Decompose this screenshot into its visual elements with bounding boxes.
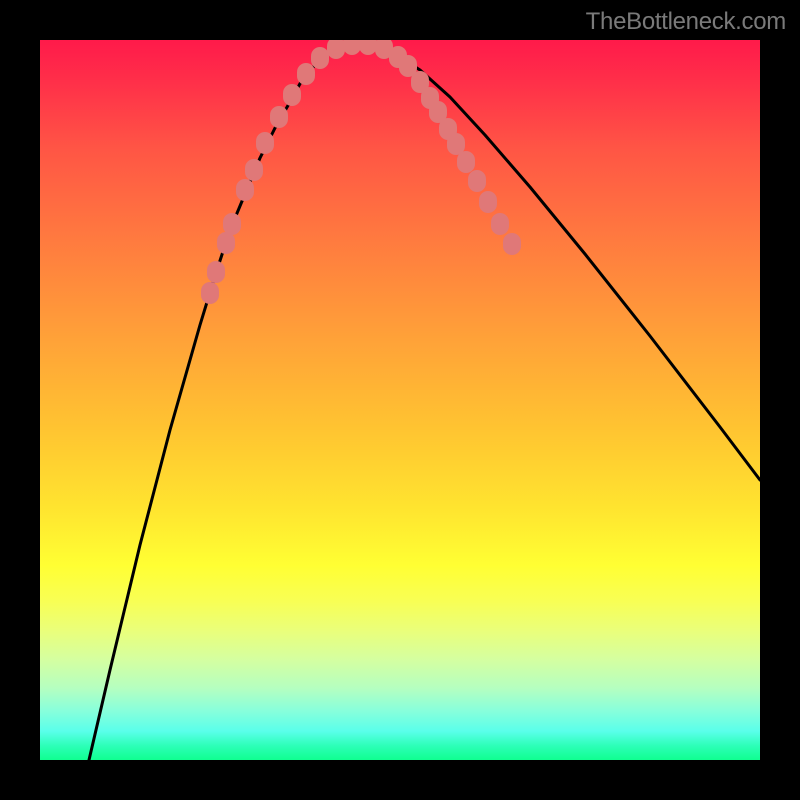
chart-container: TheBottleneck.com <box>0 0 800 800</box>
marker-cluster <box>201 40 521 304</box>
bottleneck-curve <box>89 42 760 760</box>
chart-svg <box>40 40 760 760</box>
plot-background <box>40 40 760 760</box>
watermark-text: TheBottleneck.com <box>586 8 786 36</box>
